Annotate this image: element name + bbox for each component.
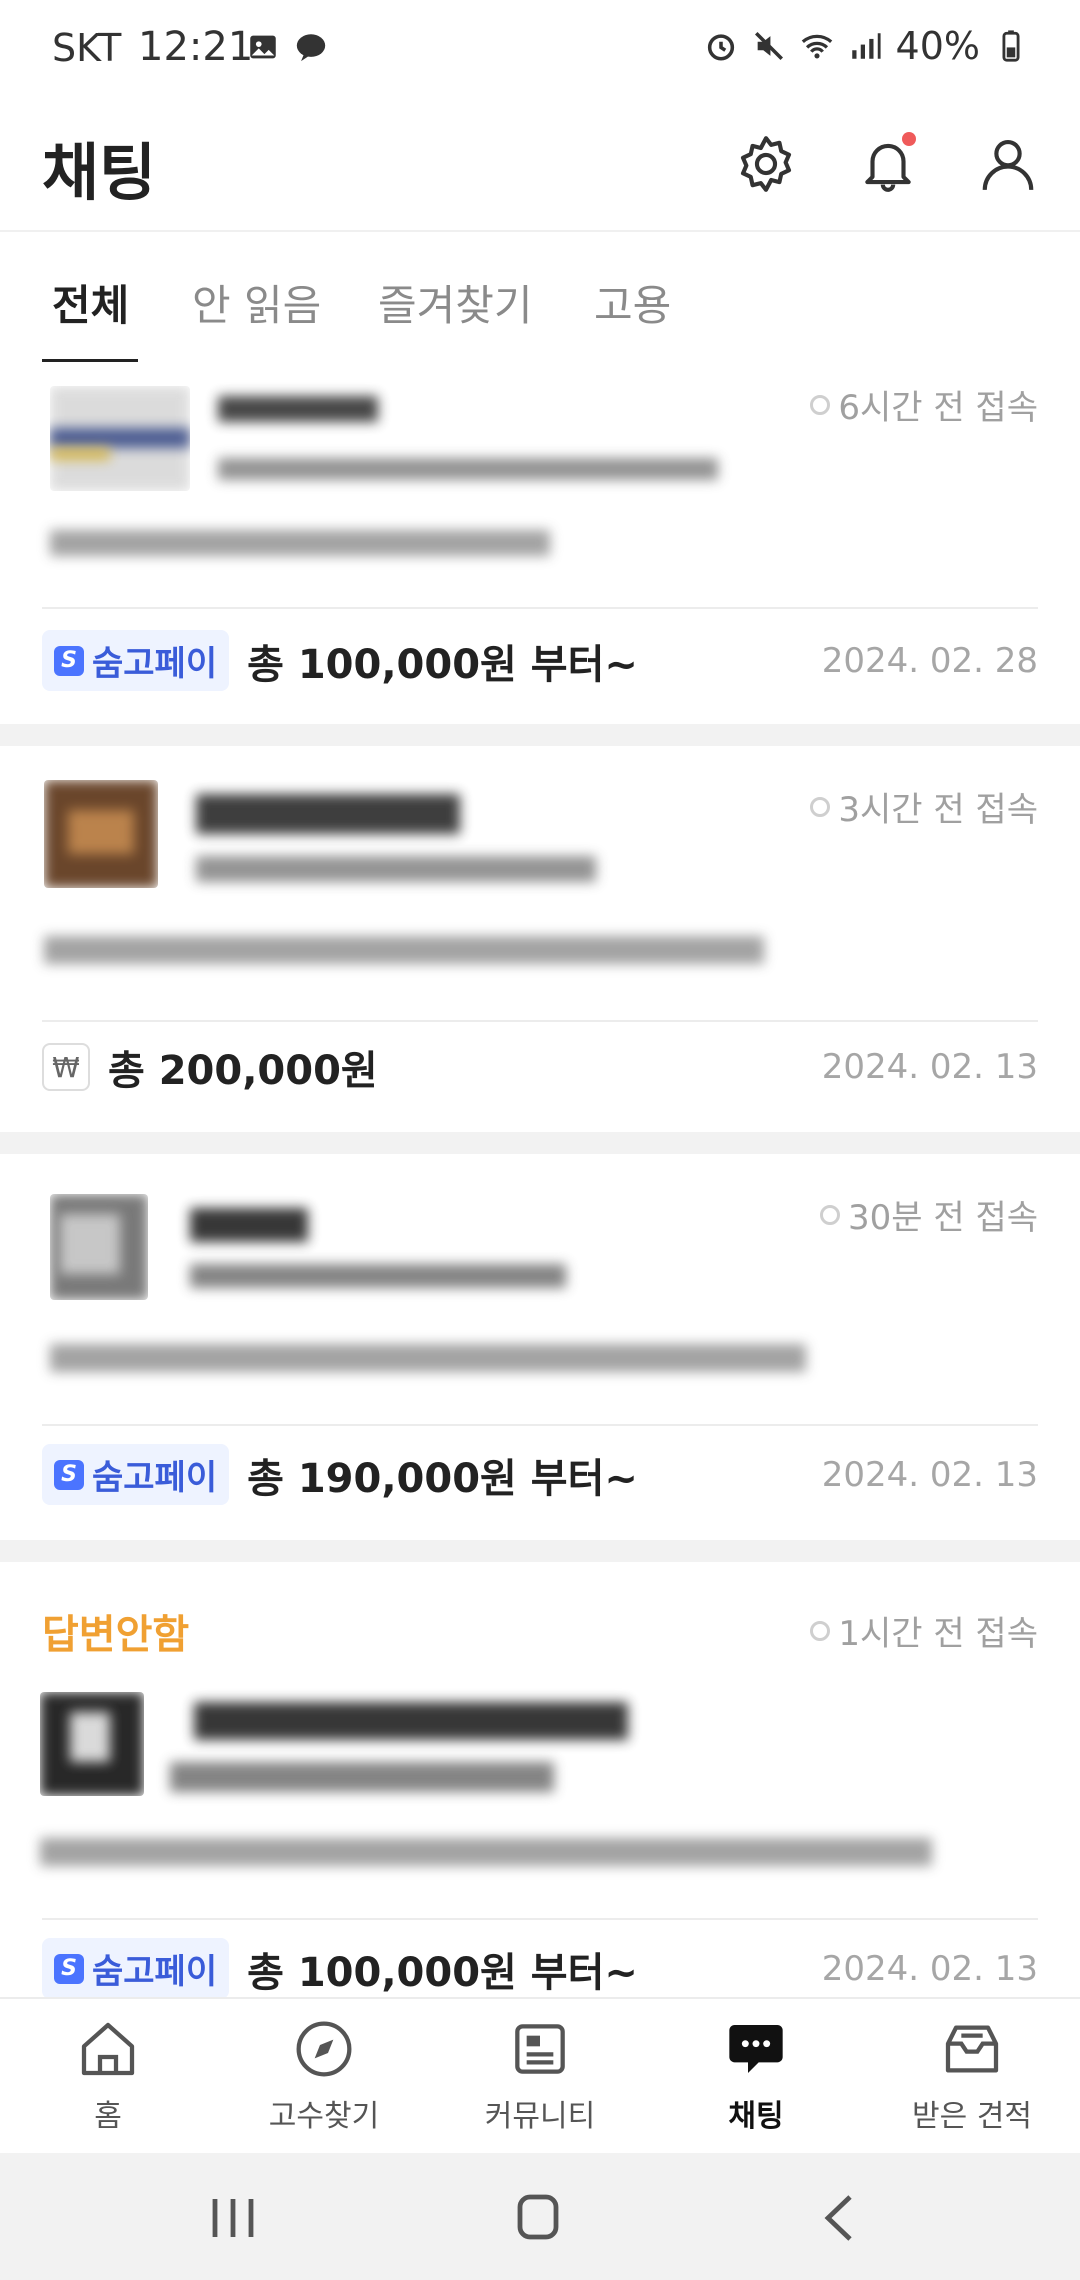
chat-date: 2024. 02. 13 [821,1948,1038,1989]
last-seen: 30분 전 접속 [820,1190,1038,1239]
compass-icon [296,2021,352,2077]
home-system-icon [517,2194,559,2240]
nav-community[interactable]: 커뮤니티 [432,2017,648,2135]
message-preview-redacted [190,1264,566,1288]
quote-price: 총 100,000원 부터~ [247,1949,638,1996]
profile-button[interactable] [972,128,1044,200]
chat-item[interactable]: 3시간 전 접속 ₩ 총 200,000원 2024. 02. 13 [0,746,1080,1132]
gear-icon [740,136,792,192]
tab-unread[interactable]: 안 읽음 [192,272,321,333]
nav-find-pro[interactable]: 고수찾기 [216,2017,432,2135]
message-text-redacted [44,936,764,964]
app-header: 채팅 [0,100,1080,230]
battery-icon [1002,30,1020,62]
chat-item[interactable]: 답변안함 1시간 전 접속 S 숨고페이 총 100,000원 부터~ 2024… [0,1562,1080,1997]
message-preview-redacted [196,856,596,882]
avatar [44,780,158,888]
mute-icon [754,31,783,61]
home-icon [81,2022,135,2076]
avatar [40,1692,144,1796]
last-seen: 1시간 전 접속 [810,1606,1038,1655]
clock: 12:21 [138,24,254,70]
signal-icon [851,33,881,59]
chat-item[interactable]: 6시간 전 접속 S 숨고페이 총 100,000원 부터~ 2024. 02.… [0,362,1080,724]
soomgo-pay-badge: S 숨고페이 [42,630,230,691]
sender-name-redacted [218,396,378,422]
carrier-label: SKT [52,26,122,70]
last-seen-text: 30분 전 접속 [848,1198,1038,1238]
nav-home[interactable]: 홈 [0,2017,216,2135]
message-preview-redacted [170,1762,554,1792]
soomgo-pay-icon: S [54,1459,84,1490]
settings-button[interactable] [730,128,802,200]
tab-all[interactable]: 전체 [52,272,129,333]
home-system-button[interactable] [506,2193,566,2243]
system-navigation-bar [0,2153,1080,2280]
community-icon [515,2024,565,2074]
avatar [50,1194,148,1300]
alarm-icon [707,34,734,61]
gallery-icon [250,35,276,59]
last-seen-text: 3시간 전 접속 [838,790,1038,830]
recent-apps-button[interactable] [203,2193,263,2243]
chat-item[interactable]: 30분 전 접속 S 숨고페이 총 190,000원 부터~ 2024. 02.… [0,1154,1080,1540]
talk-icon [296,34,326,62]
quote-price: 총 190,000원 부터~ [247,1455,638,1502]
bottom-navigation: 홈 고수찾기 커뮤니티 채팅 받은 견적 [0,1997,1080,2155]
message-text-redacted [40,1838,932,1866]
nav-received-quotes[interactable]: 받은 견적 [864,2017,1080,2135]
back-icon [824,2195,852,2241]
last-seen-text: 6시간 전 접속 [838,388,1038,428]
chat-filter-tabs: 전체 안 읽음 즐겨찾기 고용 [0,230,1080,364]
message-preview-redacted [218,458,718,480]
avatar [50,386,190,491]
last-seen: 3시간 전 접속 [810,782,1038,831]
sender-name-redacted [194,1702,628,1740]
last-seen: 6시간 전 접속 [810,380,1038,429]
chat-date: 2024. 02. 28 [821,640,1038,681]
sender-name-redacted [190,1208,308,1242]
soomgo-pay-icon: S [54,1953,84,1984]
quote-price: 총 200,000원 [108,1048,378,1094]
inbox-icon [945,2025,999,2073]
notifications-button[interactable] [852,128,924,200]
won-icon: ₩ [42,1043,90,1091]
tab-favorites[interactable]: 즐겨찾기 [378,272,533,333]
last-seen-text: 1시간 전 접속 [838,1614,1038,1654]
page-title: 채팅 [42,136,157,209]
soomgo-pay-badge: S 숨고페이 [42,1938,230,1997]
soomgo-pay-icon: S [54,645,84,676]
tab-hired[interactable]: 고용 [594,272,671,333]
recent-apps-icon [212,2199,254,2237]
message-text-redacted [50,530,550,556]
profile-icon [982,139,1034,190]
status-bar: SKT 12:21 40% [0,0,1080,100]
back-button[interactable] [810,2193,870,2243]
message-text-redacted [50,1344,806,1372]
chat-date: 2024. 02. 13 [821,1047,1038,1087]
nav-chat[interactable]: 채팅 [648,2017,864,2135]
battery-percent: 40% [895,24,980,68]
chat-icon [729,2025,783,2073]
soomgo-pay-badge: S 숨고페이 [42,1444,230,1505]
chat-date: 2024. 02. 13 [821,1454,1038,1495]
chat-list[interactable]: 6시간 전 접속 S 숨고페이 총 100,000원 부터~ 2024. 02.… [0,362,1080,1997]
notification-dot [902,132,916,146]
wifi-icon [801,34,832,59]
sender-name-redacted [196,794,460,834]
quote-price: 총 100,000원 부터~ [247,641,638,688]
unanswered-label: 답변안함 [42,1612,190,1658]
